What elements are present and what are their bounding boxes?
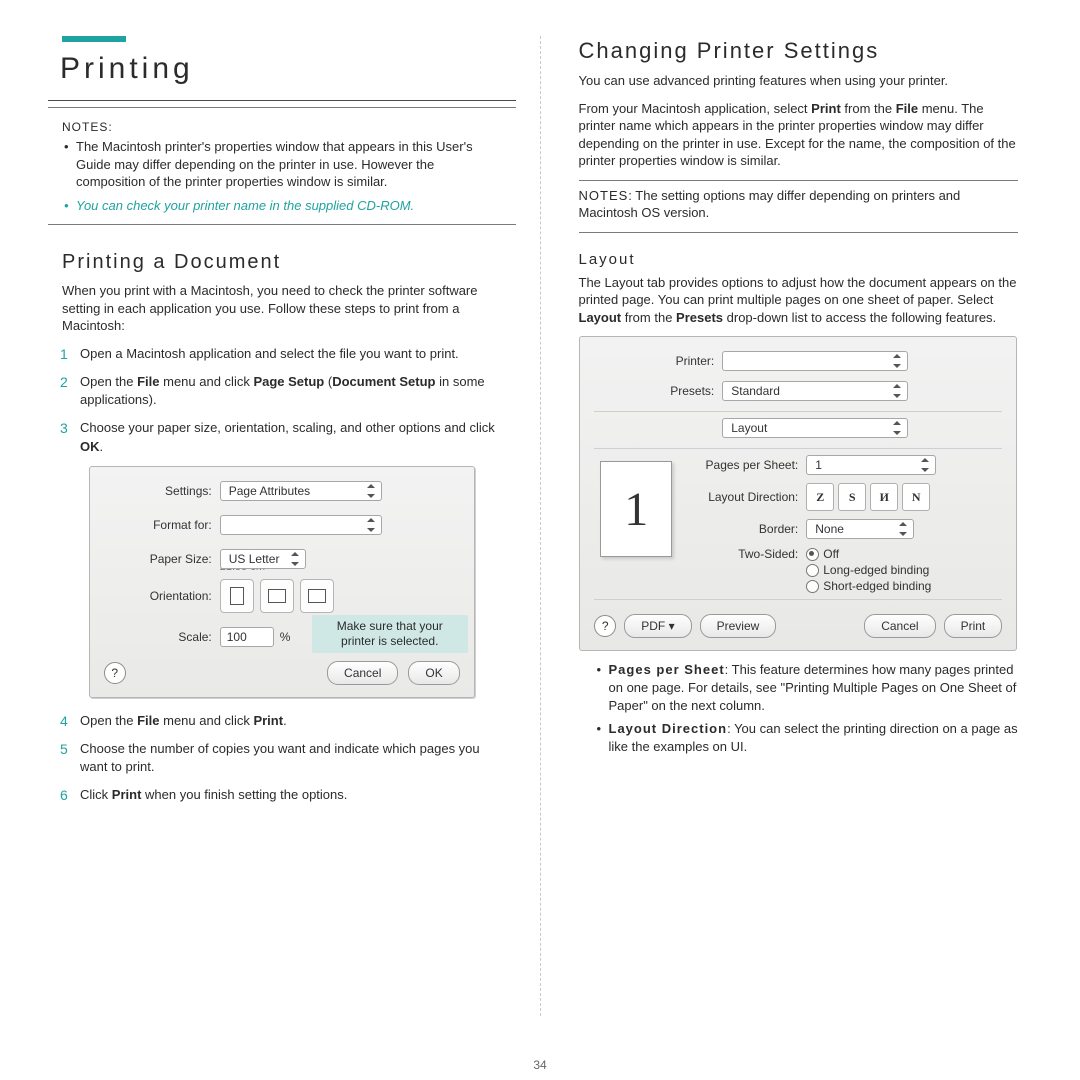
steps-4-6: 4Open the File menu and click Print. 5Ch… xyxy=(48,712,516,805)
direction-s-button[interactable]: S xyxy=(838,483,866,511)
layout-feature-list: Pages per Sheet: This feature determines… xyxy=(565,661,1033,755)
scale-input[interactable]: 100 xyxy=(220,627,274,647)
right-column: Changing Printer Settings You can use ad… xyxy=(565,36,1033,1016)
percent-sign: % xyxy=(280,630,291,644)
radio-dot-icon xyxy=(806,564,819,577)
step-1: 1Open a Macintosh application and select… xyxy=(80,345,502,363)
step-6: 6Click Print when you finish setting the… xyxy=(80,786,502,804)
page-setup-dialog: Settings: Page Attributes Format for: Pa… xyxy=(89,466,475,698)
note-item: The Macintosh printer's properties windo… xyxy=(76,138,502,191)
format-for-popup[interactable] xyxy=(220,515,382,535)
pane-popup[interactable]: Layout xyxy=(722,418,908,438)
step-5: 5Choose the number of copies you want an… xyxy=(80,740,502,776)
pdf-button[interactable]: PDF ▾ xyxy=(624,614,691,638)
notes-paragraph: NOTES: The setting options may differ de… xyxy=(579,187,1019,222)
radio-dot-icon xyxy=(806,580,819,593)
intro-paragraph: You can use advanced printing features w… xyxy=(579,72,1019,90)
print-dialog: Printer: Presets: Standard Layout 1 Page… xyxy=(579,336,1017,651)
intro-paragraph: From your Macintosh application, select … xyxy=(579,100,1019,170)
paper-size-popup[interactable]: US Letter xyxy=(220,549,306,569)
orientation-reverse-landscape-button[interactable] xyxy=(300,579,334,613)
printer-label: Printer: xyxy=(594,354,722,368)
accent-tab xyxy=(62,36,126,42)
cancel-button[interactable]: Cancel xyxy=(327,661,398,685)
two-sided-short-radio[interactable]: Short-edged binding xyxy=(806,579,931,593)
pages-per-sheet-popup[interactable]: 1 xyxy=(806,455,936,475)
steps-1-3: 1Open a Macintosh application and select… xyxy=(48,345,516,456)
two-sided-label: Two-Sided: xyxy=(686,547,806,561)
format-for-label: Format for: xyxy=(104,518,220,532)
border-popup[interactable]: None xyxy=(806,519,914,539)
direction-z-button[interactable]: Z xyxy=(806,483,834,511)
paper-size-label: Paper Size: xyxy=(104,552,220,566)
settings-popup[interactable]: Page Attributes xyxy=(220,481,382,501)
landscape-reverse-icon xyxy=(308,589,326,603)
landscape-icon xyxy=(268,589,286,603)
presets-label: Presets: xyxy=(594,384,722,398)
section-title-changing-settings: Changing Printer Settings xyxy=(579,38,1019,64)
step-2: 2Open the File menu and click Page Setup… xyxy=(80,373,502,409)
column-separator xyxy=(540,36,541,1016)
pages-per-sheet-label: Pages per Sheet: xyxy=(686,458,806,472)
print-button[interactable]: Print xyxy=(944,614,1003,638)
cancel-button[interactable]: Cancel xyxy=(864,614,935,638)
settings-label: Settings: xyxy=(104,484,220,498)
preview-button[interactable]: Preview xyxy=(700,614,777,638)
help-button[interactable]: ? xyxy=(104,662,126,684)
layout-direction-label: Layout Direction: xyxy=(686,490,806,504)
printer-popup[interactable] xyxy=(722,351,908,371)
help-button[interactable]: ? xyxy=(594,615,616,637)
layout-heading: Layout xyxy=(579,251,1019,268)
orientation-label: Orientation: xyxy=(104,589,220,603)
two-sided-off-radio[interactable]: Off xyxy=(806,547,931,561)
page-preview-icon: 1 xyxy=(600,461,672,557)
left-column: Printing NOTES: The Macintosh printer's … xyxy=(48,36,516,1016)
step-3: 3Choose your paper size, orientation, sc… xyxy=(80,419,502,455)
direction-n2-button[interactable]: N xyxy=(902,483,930,511)
scale-label: Scale: xyxy=(104,630,220,644)
page-number: 34 xyxy=(0,1058,1080,1072)
note-item: You can check your printer name in the s… xyxy=(76,197,502,215)
portrait-icon xyxy=(230,587,244,605)
list-item: Layout Direction: You can select the pri… xyxy=(609,720,1019,755)
layout-intro: The Layout tab provides options to adjus… xyxy=(579,274,1019,327)
ok-button[interactable]: OK xyxy=(408,661,459,685)
list-item: Pages per Sheet: This feature determines… xyxy=(609,661,1019,714)
border-label: Border: xyxy=(686,522,806,536)
intro-paragraph: When you print with a Macintosh, you nee… xyxy=(62,282,502,335)
notes-label: NOTES: xyxy=(62,120,516,134)
notes-list: The Macintosh printer's properties windo… xyxy=(48,138,516,214)
orientation-landscape-button[interactable] xyxy=(260,579,294,613)
section-title-printing: Printing xyxy=(48,52,516,92)
direction-n1-button[interactable]: И xyxy=(870,483,898,511)
two-sided-long-radio[interactable]: Long-edged binding xyxy=(806,563,931,577)
step-4: 4Open the File menu and click Print. xyxy=(80,712,502,730)
subheading-printing-document: Printing a Document xyxy=(62,251,516,274)
radio-dot-icon xyxy=(806,548,819,561)
orientation-portrait-button[interactable] xyxy=(220,579,254,613)
presets-popup[interactable]: Standard xyxy=(722,381,908,401)
